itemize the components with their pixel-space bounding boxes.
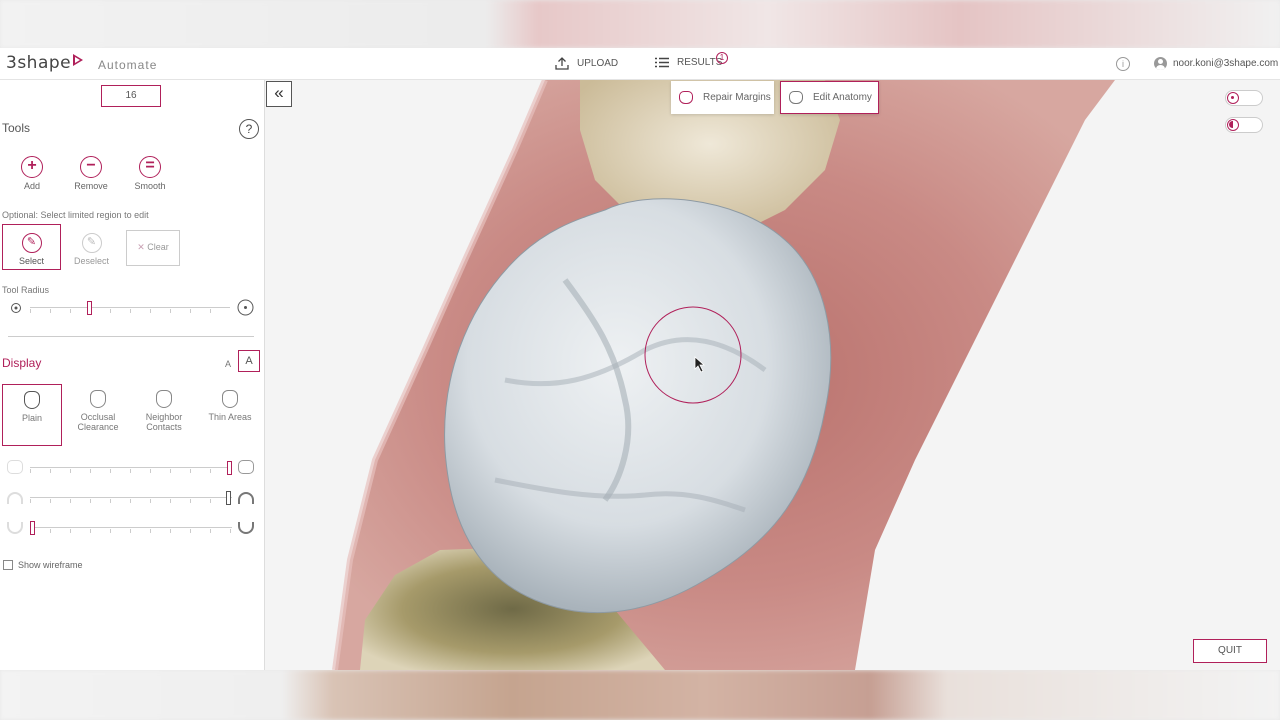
- remove-tool-button[interactable]: − Remove: [66, 156, 116, 191]
- user-email: noor.koni@3shape.com: [1173, 58, 1279, 69]
- thin-areas-tooth-icon: [222, 390, 238, 408]
- help-icon[interactable]: ?: [239, 119, 259, 139]
- display-thin-button[interactable]: Thin Areas: [200, 384, 260, 446]
- list-icon: [655, 57, 669, 68]
- upper-arch-faded-icon: [7, 492, 23, 504]
- clear-icon: ✕: [137, 242, 145, 252]
- add-icon: +: [21, 156, 43, 178]
- brush-deselect-icon: ✎: [81, 233, 102, 253]
- video-blur-bottom: [0, 670, 1280, 720]
- small-radius-icon: [11, 303, 21, 313]
- upper-jaw-opacity-slider[interactable]: [30, 491, 232, 505]
- neighbor-tooth-icon: [156, 390, 172, 408]
- logo-triangle-icon: [73, 54, 84, 66]
- tools-title: Tools: [2, 121, 31, 135]
- toggle-half-icon: [1227, 119, 1239, 131]
- display-neighbor-label-2: Contacts: [146, 422, 182, 432]
- results-button[interactable]: RESULTS: [655, 57, 722, 68]
- edit-anatomy-label: Edit Anatomy: [813, 92, 872, 103]
- display-occlusal-button[interactable]: Occlusal Clearance: [68, 384, 128, 446]
- clear-label: Clear: [147, 242, 169, 252]
- occlusal-tooth-icon: [90, 390, 106, 408]
- collapse-panel-button[interactable]: «: [266, 81, 292, 107]
- video-blur-top: [0, 0, 1280, 48]
- results-count-badge: 1: [716, 52, 728, 64]
- 3d-viewport[interactable]: [265, 80, 1280, 670]
- lower-jaw-opacity-thumb[interactable]: [30, 521, 35, 535]
- edit-anatomy-icon: [789, 91, 803, 104]
- repair-margins-icon: [679, 91, 693, 104]
- quit-button[interactable]: QUIT: [1193, 639, 1267, 663]
- app-name: Automate: [98, 58, 158, 72]
- large-radius-icon: [237, 299, 254, 316]
- select-label: Select: [18, 256, 44, 266]
- lower-arch-solid-icon: [238, 522, 254, 534]
- tooth-opacity-thumb[interactable]: [227, 461, 232, 475]
- tool-radius-label: Tool Radius: [2, 285, 50, 295]
- clear-button[interactable]: ✕ Clear: [126, 230, 180, 266]
- deselect-label: Deselect: [73, 256, 109, 266]
- deselect-button[interactable]: ✎ Deselect: [62, 224, 121, 270]
- smooth-icon: =: [139, 156, 161, 178]
- display-occlusal-label-1: Occlusal: [80, 412, 116, 422]
- toggle-dot-icon: [1227, 92, 1239, 104]
- brush-select-icon: ✎: [21, 233, 42, 253]
- plain-tooth-icon: [24, 391, 40, 409]
- upper-arch-solid-icon: [238, 492, 254, 504]
- text-size-large[interactable]: A: [238, 350, 260, 372]
- tooth-faded-icon: [7, 460, 23, 474]
- display-neighbor-button[interactable]: Neighbor Contacts: [134, 384, 194, 446]
- tooth-number-selector[interactable]: 16: [101, 85, 161, 107]
- info-icon[interactable]: i: [1116, 57, 1130, 71]
- lower-jaw-opacity-slider[interactable]: [30, 521, 232, 535]
- view-toggle-1[interactable]: [1225, 90, 1263, 106]
- wireframe-checkbox[interactable]: [3, 560, 13, 570]
- remove-tool-label: Remove: [74, 181, 108, 191]
- text-size-small[interactable]: A: [225, 359, 231, 369]
- tool-radius-thumb[interactable]: [87, 301, 92, 315]
- display-occlusal-label-2: Clearance: [77, 422, 119, 432]
- display-plain-button[interactable]: Plain: [2, 384, 62, 446]
- repair-margins-button[interactable]: Repair Margins: [671, 81, 774, 114]
- region-hint: Optional: Select limited region to edit: [2, 210, 149, 220]
- display-title: Display: [2, 356, 42, 370]
- remove-icon: −: [80, 156, 102, 178]
- top-bar: 3shape Automate UPLOAD RESULTS 1 i noor.…: [0, 48, 1280, 80]
- upper-jaw-opacity-thumb[interactable]: [226, 491, 231, 505]
- lower-arch-faded-icon: [7, 522, 23, 534]
- brand-logo: 3shape: [6, 53, 84, 73]
- section-divider: [8, 336, 254, 337]
- tooth-scan-render[interactable]: [265, 80, 1280, 670]
- left-panel: 16 Tools ? + Add − Remove = Smooth Optio…: [0, 80, 265, 670]
- add-tool-button[interactable]: + Add: [7, 156, 57, 191]
- user-menu[interactable]: noor.koni@3shape.com: [1154, 57, 1278, 70]
- display-plain-label: Plain: [21, 413, 42, 423]
- smooth-tool-button[interactable]: = Smooth: [125, 156, 175, 191]
- tooth-opacity-slider[interactable]: [30, 461, 232, 475]
- smooth-tool-label: Smooth: [134, 181, 166, 191]
- tool-radius-slider[interactable]: [30, 301, 230, 315]
- wireframe-label: Show wireframe: [18, 560, 83, 570]
- user-avatar-icon: [1154, 57, 1167, 70]
- repair-margins-label: Repair Margins: [703, 92, 771, 103]
- select-button[interactable]: ✎ Select: [2, 224, 61, 270]
- display-neighbor-label-1: Neighbor: [145, 412, 183, 422]
- upload-label: UPLOAD: [577, 58, 619, 69]
- edit-anatomy-button[interactable]: Edit Anatomy: [780, 81, 879, 114]
- add-tool-label: Add: [23, 181, 40, 191]
- upload-icon: [555, 57, 569, 70]
- view-toggle-2[interactable]: [1225, 117, 1263, 133]
- tooth-solid-icon: [238, 460, 254, 474]
- upload-button[interactable]: UPLOAD: [555, 57, 618, 70]
- display-thin-label: Thin Areas: [208, 412, 252, 422]
